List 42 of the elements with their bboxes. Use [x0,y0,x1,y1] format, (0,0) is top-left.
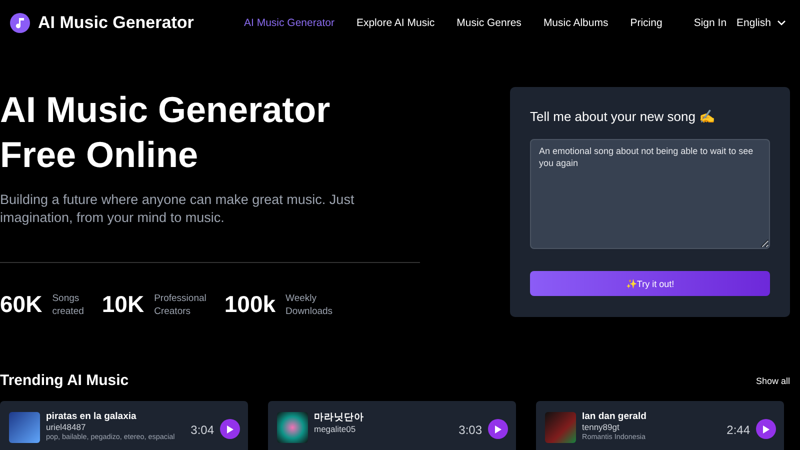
nav-link[interactable]: Music Genres [456,17,522,29]
stat-value: 10K [102,291,144,318]
nav-link[interactable]: AI Music Generator [244,17,334,29]
song-author: megalite05 [314,424,357,434]
card-title: Tell me about your new song ✍ [530,109,716,124]
sign-in-link[interactable]: Sign In [694,17,727,29]
song-duration: 3:03 [458,423,482,439]
nav-link[interactable]: Pricing [630,17,662,29]
stat-label: Professional Creators [154,292,206,318]
section-title: Trending AI Music [0,372,129,389]
play-button[interactable] [756,419,776,439]
show-all-link[interactable]: Show all [756,376,790,386]
nav-link[interactable]: Explore AI Music [356,17,435,29]
stat-label: Songs created [52,292,84,318]
nav-link[interactable]: Music Albums [543,17,608,29]
cover-art-placeholder [545,412,576,443]
music-note-logo-icon [10,13,30,33]
try-it-out-button[interactable]: ✨Try it out! [530,271,770,296]
song-duration: 2:44 [726,423,750,439]
song-card[interactable]: 마라닛단아 megalite05 3:03 [268,401,516,450]
chevron-down-icon [777,20,786,26]
play-button[interactable] [488,419,508,439]
language-selector[interactable]: English [736,17,786,29]
play-button[interactable] [220,419,240,439]
cover-art-placeholder [9,412,40,443]
song-author: tenny89gt [582,422,620,432]
brand-name[interactable]: AI Music Generator [38,13,194,33]
song-description-field[interactable]: An emotional song about not being able to wait to see you again [530,139,770,249]
stat-label: Weekly Downloads [286,292,333,318]
song-title: piratas en la galaxia [46,411,138,422]
hero-subtitle: Building a future where anyone can make great music. Just imagination, from your mind to music. [0,191,356,227]
stat-value: 100k [224,291,276,318]
song-title: Ian dan gerald [582,411,648,422]
play-icon [762,424,770,434]
play-icon [494,424,502,434]
song-title: 마라닛단아 [314,411,365,424]
cover-art-placeholder [277,412,308,443]
song-duration: 3:04 [190,423,214,439]
stat-value: 60K [0,291,42,318]
play-icon [226,424,234,434]
song-author: uriel48487 [46,422,87,432]
hero-title: AI Music Generator Free Online [0,88,332,177]
